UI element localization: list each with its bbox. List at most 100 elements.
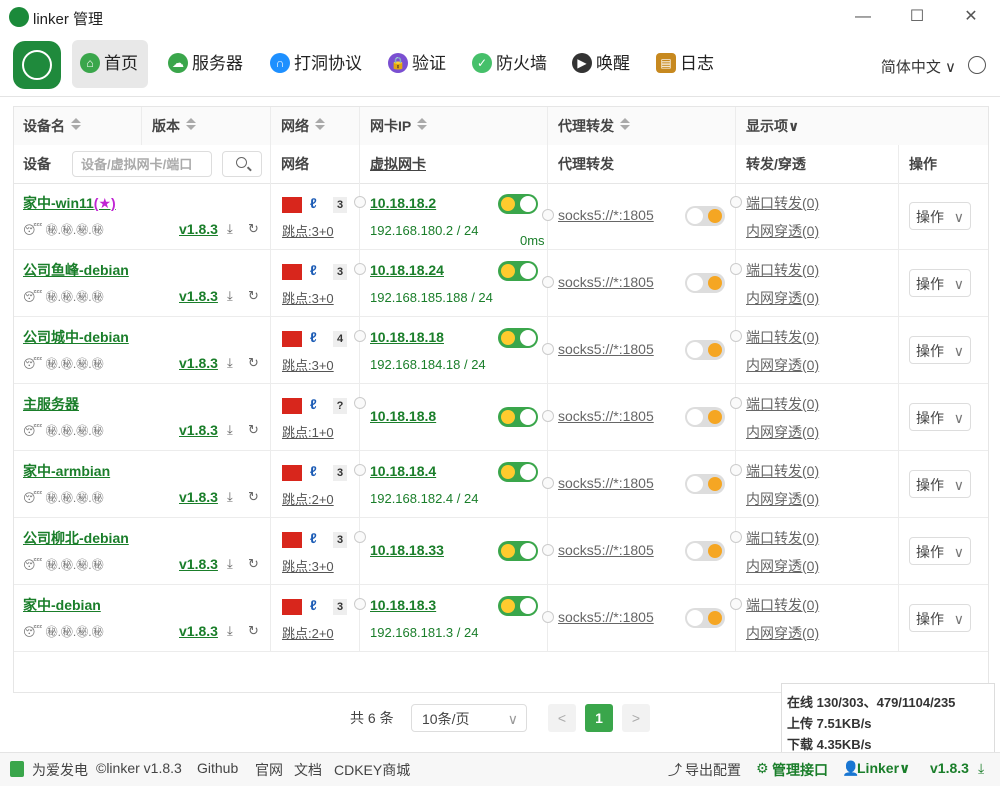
proxy-link[interactable]: socks5://*:1805 [558,542,654,558]
vnic-toggle[interactable] [498,407,538,427]
vnic-toggle[interactable] [498,328,538,348]
action-dropdown[interactable]: 操作 ∨ [909,604,971,632]
proxy-toggle[interactable] [685,474,725,494]
language-select[interactable]: 简体中文 ∨ [881,56,956,77]
action-dropdown[interactable]: 操作 ∨ [909,202,971,230]
header-version[interactable]: 版本 [142,107,271,145]
action-dropdown[interactable]: 操作 ∨ [909,403,971,431]
device-name-link[interactable]: 公司鱼峰-debian [23,260,129,280]
proxy-toggle[interactable] [685,541,725,561]
user-menu[interactable]: Linker∨ [857,760,910,777]
virtual-ip-link[interactable]: 10.18.18.4 [370,463,436,479]
nav-firewall[interactable]: ✓ 防火墙 [464,40,557,88]
sort-icon[interactable] [71,118,81,130]
maximize-button[interactable]: ☐ [902,6,932,28]
virtual-ip-link[interactable]: 10.18.18.24 [370,262,444,278]
version-link[interactable]: v1.8.3 [179,422,218,438]
proxy-toggle[interactable] [685,407,725,427]
api-button[interactable]: 管理接口 [772,760,828,780]
intranet-link[interactable]: 内网穿透(0) [746,556,819,576]
header-display-options[interactable]: 显示项∨ [736,107,988,145]
sort-icon[interactable] [186,118,196,130]
download-icon[interactable]: ⤓ [227,422,233,438]
version-link[interactable]: v1.8.3 [179,489,218,505]
footer-shop-link[interactable]: CDKEY商城 [334,760,410,780]
proxy-toggle[interactable] [685,608,725,628]
hops-link[interactable]: 跳点:3+0 [282,288,334,307]
action-dropdown[interactable]: 操作 ∨ [909,269,971,297]
intranet-link[interactable]: 内网穿透(0) [746,221,819,241]
port-forward-link[interactable]: 端口转发(0) [746,327,819,347]
virtual-ip-link[interactable]: 10.18.18.18 [370,329,444,345]
proxy-link[interactable]: socks5://*:1805 [558,207,654,223]
virtual-ip-link[interactable]: 10.18.18.8 [370,408,436,424]
vnic-toggle[interactable] [498,261,538,281]
proxy-link[interactable]: socks5://*:1805 [558,609,654,625]
header-proxy[interactable]: 代理转发 [548,107,736,145]
vnic-toggle[interactable] [498,596,538,616]
port-forward-link[interactable]: 端口转发(0) [746,595,819,615]
header-network[interactable]: 网络 [271,107,360,145]
minimize-button[interactable]: — [848,6,878,28]
hops-link[interactable]: 跳点:1+0 [282,422,334,441]
version-link[interactable]: v1.8.3 [179,556,218,572]
nav-home[interactable]: ⌂ 首页 [72,40,148,88]
vnic-toggle[interactable] [498,541,538,561]
virtual-ip-link[interactable]: 10.18.18.33 [370,542,444,558]
version-link[interactable]: v1.8.3 [179,221,218,237]
action-dropdown[interactable]: 操作 ∨ [909,537,971,565]
header-nic-ip[interactable]: 网卡IP [360,107,548,145]
footer-version[interactable]: v1.8.3 [930,760,969,776]
proxy-link[interactable]: socks5://*:1805 [558,341,654,357]
action-dropdown[interactable]: 操作 ∨ [909,470,971,498]
refresh-icon[interactable]: ↻ [248,422,259,438]
nav-tunnel[interactable]: ∩ 打洞协议 [262,40,372,88]
refresh-icon[interactable]: ↻ [248,556,259,572]
port-forward-link[interactable]: 端口转发(0) [746,461,819,481]
footer-site-link[interactable]: 官网 [255,760,283,780]
download-icon[interactable]: ⤓ [227,355,233,371]
device-name-link[interactable]: 家中-debian [23,595,101,615]
version-link[interactable]: v1.8.3 [179,355,218,371]
intranet-link[interactable]: 内网穿透(0) [746,288,819,308]
intranet-link[interactable]: 内网穿透(0) [746,623,819,643]
proxy-link[interactable]: socks5://*:1805 [558,475,654,491]
hops-link[interactable]: 跳点:3+0 [282,556,334,575]
intranet-link[interactable]: 内网穿透(0) [746,422,819,442]
hops-link[interactable]: 跳点:3+0 [282,221,334,240]
search-input[interactable]: 设备/虚拟网卡/端口 [72,151,212,177]
device-name-link[interactable]: 主服务器 [23,394,79,414]
nav-wakeup[interactable]: ▶ 唤醒 [564,40,640,88]
refresh-icon[interactable]: ↻ [248,355,259,371]
download-icon[interactable]: ⤓ [227,489,233,505]
next-page-button[interactable]: > [622,704,650,732]
download-icon[interactable]: ⤓ [227,221,233,237]
theme-toggle-icon[interactable] [968,56,986,74]
nav-auth[interactable]: 🔒 验证 [380,40,456,88]
page-size-select[interactable]: 10条/页 ∨ [411,704,527,732]
refresh-icon[interactable]: ↻ [248,288,259,304]
virtual-ip-link[interactable]: 10.18.18.3 [370,597,436,613]
sort-icon[interactable] [417,118,428,130]
search-button[interactable] [222,151,262,177]
hops-link[interactable]: 跳点:2+0 [282,623,334,642]
port-forward-link[interactable]: 端口转发(0) [746,193,819,213]
refresh-icon[interactable]: ↻ [248,489,259,505]
sort-icon[interactable] [620,118,630,130]
refresh-icon[interactable]: ↻ [248,221,259,237]
nav-server[interactable]: ☁ 服务器 [160,40,253,88]
sort-icon[interactable] [315,118,325,130]
proxy-toggle[interactable] [685,340,725,360]
device-name-link[interactable]: 家中-win11(★) [23,193,116,213]
close-button[interactable]: ✕ [956,6,986,28]
download-icon[interactable]: ⤓ [227,556,233,572]
intranet-link[interactable]: 内网穿透(0) [746,489,819,509]
proxy-toggle[interactable] [685,273,725,293]
header-device[interactable]: 设备名 [14,107,142,145]
device-name-link[interactable]: 家中-armbian [23,461,110,481]
proxy-toggle[interactable] [685,206,725,226]
port-forward-link[interactable]: 端口转发(0) [746,260,819,280]
proxy-link[interactable]: socks5://*:1805 [558,274,654,290]
proxy-link[interactable]: socks5://*:1805 [558,408,654,424]
device-name-link[interactable]: 公司城中-debian [23,327,129,347]
